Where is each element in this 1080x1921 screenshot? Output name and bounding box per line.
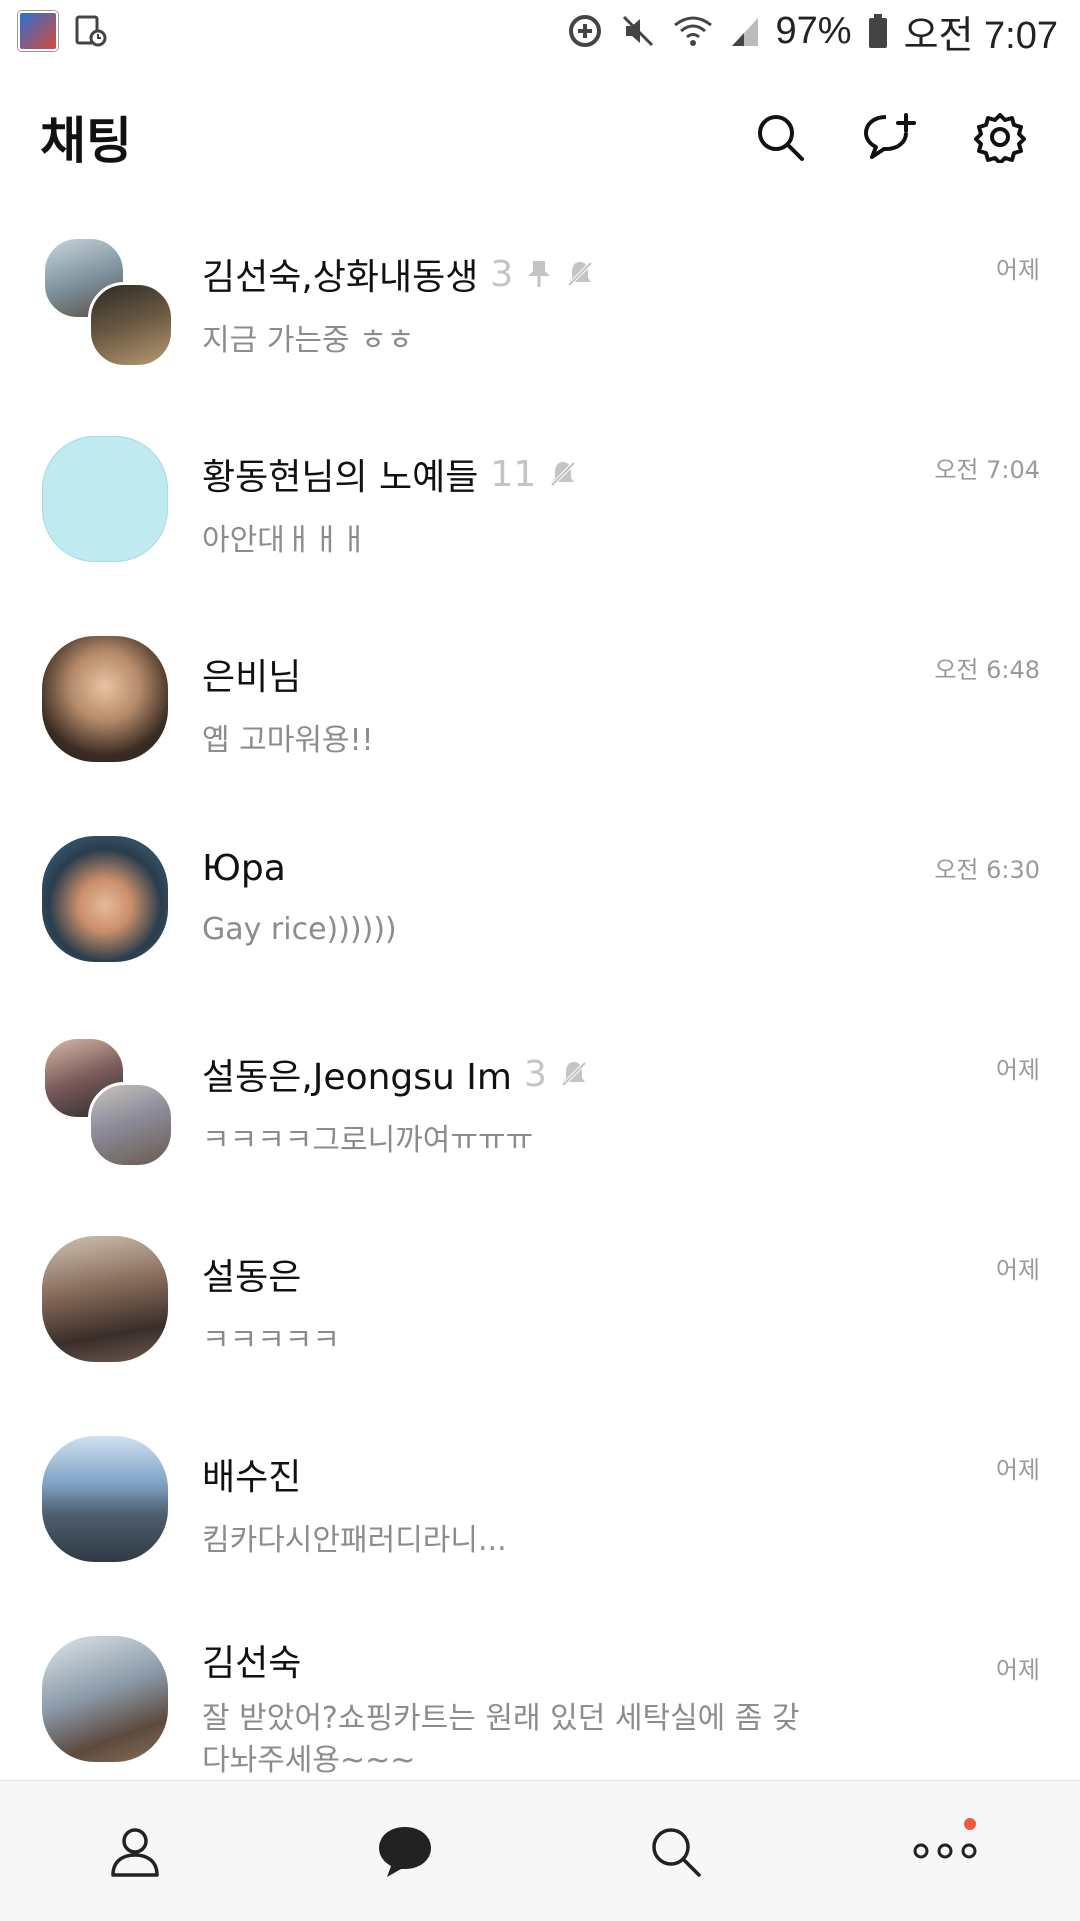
avatar-wrap [42, 1236, 168, 1362]
chat-row[interactable]: 설동은 어제 ㅋㅋㅋㅋㅋ [0, 1212, 1080, 1412]
avatar-wrap [42, 836, 168, 962]
bottom-nav [0, 1780, 1080, 1921]
pin-icon [525, 259, 553, 289]
search-icon [758, 115, 804, 161]
chat-name: 김선숙,상화내동생 [202, 257, 479, 298]
chat-name: 김선숙 [202, 1643, 302, 1684]
avatar [88, 282, 174, 368]
nav-search[interactable] [630, 1806, 720, 1896]
chat-name: Юра [202, 848, 286, 889]
avatar-wrap [42, 1436, 168, 1562]
status-bar: 97% 오전 7:07 [0, 0, 1080, 62]
gear-icon [974, 113, 1026, 163]
search-icon [652, 1828, 701, 1877]
member-count: 11 [490, 453, 537, 495]
group-avatar [42, 1036, 174, 1168]
clock: 오전 7:07 [903, 14, 1058, 57]
chat-bubble-icon [379, 1827, 431, 1877]
last-message: ㅋㅋㅋㅋ그로니까여ㅠㅠㅠ [202, 1123, 534, 1158]
wifi-icon [672, 13, 714, 49]
header: 채팅 [0, 62, 1080, 212]
last-message: Gay rice)))))) [202, 912, 397, 947]
mute-icon [620, 13, 656, 49]
chat-row[interactable]: 황동현님의 노예들 11 오전 7:04 아안대ㅐㅐㅐ [0, 412, 1080, 612]
avatar-wrap [42, 1636, 168, 1762]
avatar [42, 436, 168, 562]
last-message: 잘 받았어?쇼핑카트는 원래 있던 세탁실에 좀 갖다놔주세용~~~ [202, 1701, 800, 1778]
member-count: 3 [523, 1053, 547, 1095]
chat-name: 은비님 [202, 657, 302, 698]
nav-chats[interactable] [360, 1806, 450, 1896]
last-message: 옙 고마워용!! [202, 723, 374, 758]
last-message: 아안대ㅐㅐㅐ [202, 523, 368, 558]
chat-row[interactable]: 김선숙,상화내동생 3 어제 지금 가는중 ㅎㅎ [0, 212, 1080, 412]
more-icon [913, 1843, 977, 1859]
chat-row[interactable]: 배수진 어제 킴카다시안패러디라니... [0, 1412, 1080, 1612]
app-notification-icon [18, 11, 58, 51]
chat-time: 어제 [995, 1456, 1040, 1484]
mute-bell-icon [559, 1059, 589, 1089]
chat-row[interactable]: 은비님 오전 6:48 옙 고마워용!! [0, 612, 1080, 812]
avatar [42, 836, 168, 962]
chat-time: 어제 [995, 1056, 1040, 1084]
signal-icon [730, 14, 760, 48]
mute-bell-icon [548, 459, 578, 489]
chat-time: 오전 6:30 [934, 856, 1040, 884]
chat-name: 배수진 [202, 1457, 302, 1498]
chat-time: 오전 6:48 [934, 656, 1040, 684]
chat-list: 김선숙,상화내동생 3 어제 지금 가는중 ㅎㅎ 황동현님의 노예들 11 오전… [0, 212, 1080, 1812]
chat-row[interactable]: Юра 오전 6:30 Gay rice)))))) [0, 812, 1080, 1012]
chat-name: 황동현님의 노예들 [202, 457, 479, 498]
new-chat-icon [864, 113, 916, 159]
avatar [88, 1082, 174, 1168]
chat-name: 설동은 [202, 1257, 302, 1298]
avatar-wrap [42, 636, 168, 762]
avatar [42, 636, 168, 762]
search-button[interactable] [750, 107, 810, 167]
page-title: 채팅 [40, 112, 132, 170]
mute-bell-icon [565, 259, 595, 289]
member-count: 3 [490, 253, 514, 295]
avatar-wrap [42, 436, 168, 562]
last-message: 킴카다시안패러디라니... [202, 1523, 507, 1558]
battery-icon [868, 14, 888, 48]
nav-friends[interactable] [90, 1806, 180, 1896]
last-message: 지금 가는중 ㅎㅎ [202, 323, 415, 358]
chat-name: 설동은,Jeongsu Im [202, 1057, 512, 1098]
avatar [42, 1236, 168, 1362]
chat-time: 어제 [995, 256, 1040, 284]
chat-time: 오전 7:04 [934, 456, 1040, 484]
screen-record-icon [74, 14, 108, 48]
data-saver-icon [566, 12, 604, 50]
avatar [42, 1636, 168, 1762]
group-avatar [42, 236, 174, 368]
chat-row[interactable]: 설동은,Jeongsu Im 3 어제 ㅋㅋㅋㅋ그로니까여ㅠㅠㅠ [0, 1012, 1080, 1212]
last-message: ㅋㅋㅋㅋㅋ [202, 1323, 340, 1358]
chat-time: 어제 [995, 1256, 1040, 1284]
notification-badge [964, 1818, 976, 1830]
person-icon [111, 1828, 159, 1877]
new-chat-button[interactable] [860, 107, 920, 167]
avatar [42, 1436, 168, 1562]
battery-percent: 97% [775, 9, 852, 52]
nav-more[interactable] [900, 1806, 990, 1896]
chat-time: 어제 [995, 1656, 1040, 1684]
settings-button[interactable] [970, 107, 1030, 167]
